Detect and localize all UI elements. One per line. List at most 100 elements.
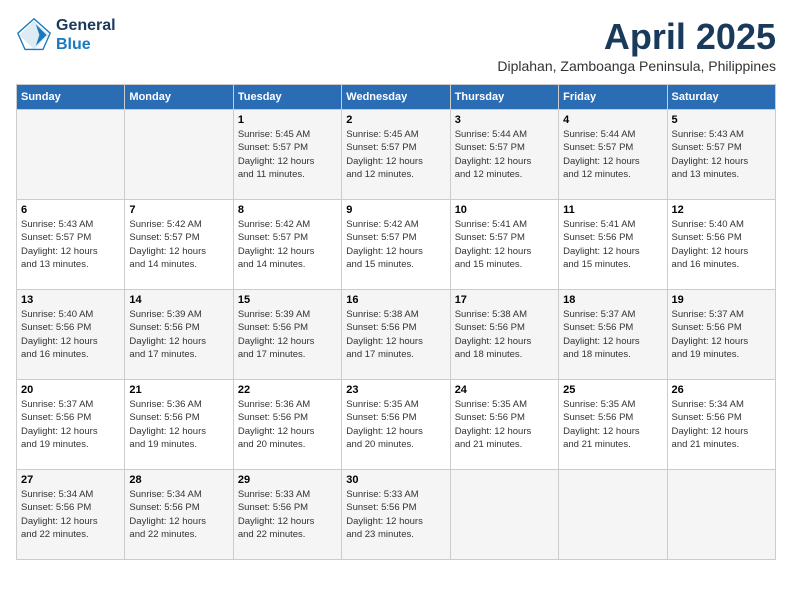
day-info: Sunrise: 5:34 AM Sunset: 5:56 PM Dayligh… bbox=[129, 488, 228, 541]
day-number: 4 bbox=[563, 114, 662, 126]
day-number: 29 bbox=[238, 474, 337, 486]
calendar-day-9: 9Sunrise: 5:42 AM Sunset: 5:57 PM Daylig… bbox=[342, 200, 450, 290]
calendar-day-16: 16Sunrise: 5:38 AM Sunset: 5:56 PM Dayli… bbox=[342, 290, 450, 380]
logo: General Blue bbox=[16, 16, 116, 54]
day-info: Sunrise: 5:34 AM Sunset: 5:56 PM Dayligh… bbox=[672, 398, 771, 451]
day-number: 13 bbox=[21, 294, 120, 306]
calendar-day-18: 18 Sunrise: 5:37 AM Sunset: 5:56 PM Dayli… bbox=[559, 290, 667, 380]
empty-day-cell bbox=[559, 470, 667, 560]
day-number: 12 bbox=[672, 204, 771, 216]
day-info: Sunrise: 5:37 AM Sunset: 5:56 PM Dayligh… bbox=[563, 308, 662, 361]
day-info: Sunrise: 5:38 AM Sunset: 5:56 PM Dayligh… bbox=[346, 308, 445, 361]
empty-day-cell bbox=[17, 110, 125, 200]
day-number: 27 bbox=[21, 474, 120, 486]
calendar-day-4: 4 Sunrise: 5:44 AM Sunset: 5:57 PM Daylig… bbox=[559, 110, 667, 200]
day-number: 24 bbox=[455, 384, 554, 396]
logo-icon bbox=[16, 17, 52, 53]
calendar-day-20: 20 Sunrise: 5:37 AM Sunset: 5:56 PM Dayli… bbox=[17, 380, 125, 470]
location-subtitle: Diplahan, Zamboanga Peninsula, Philippin… bbox=[497, 58, 776, 74]
day-info: Sunrise: 5:36 AM Sunset: 5:56 PM Dayligh… bbox=[238, 398, 337, 451]
day-info: Sunrise: 5:45 AM Sunset: 5:57 PM Dayligh… bbox=[238, 128, 337, 181]
calendar-week-row: 20 Sunrise: 5:37 AM Sunset: 5:56 PM Dayli… bbox=[17, 380, 776, 470]
page-header: General Blue April 2025 Diplahan, Zamboa… bbox=[16, 16, 776, 74]
calendar-day-30: 30 Sunrise: 5:33 AM Sunset: 5:56 PM Dayli… bbox=[342, 470, 450, 560]
day-info: Sunrise: 5:43 AM Sunset: 5:57 PM Dayligh… bbox=[672, 128, 771, 181]
calendar-day-27: 27 Sunrise: 5:34 AM Sunset: 5:56 PM Dayli… bbox=[17, 470, 125, 560]
day-info: Sunrise: 5:34 AM Sunset: 5:56 PM Dayligh… bbox=[21, 488, 120, 541]
day-info: Sunrise: 5:41 AM Sunset: 5:56 PM Dayligh… bbox=[563, 218, 662, 271]
day-info: Sunrise: 5:36 AM Sunset: 5:56 PM Dayligh… bbox=[129, 398, 228, 451]
day-number: 25 bbox=[563, 384, 662, 396]
calendar-day-21: 21 Sunrise: 5:36 AM Sunset: 5:56 PM Dayli… bbox=[125, 380, 233, 470]
calendar-week-row: 6 Sunrise: 5:43 AM Sunset: 5:57 PM Daylig… bbox=[17, 200, 776, 290]
month-title: April 2025 bbox=[497, 16, 776, 58]
logo-text: General Blue bbox=[56, 16, 116, 54]
day-number: 19 bbox=[672, 294, 771, 306]
calendar-day-1: 1 Sunrise: 5:45 AM Sunset: 5:57 PM Daylig… bbox=[233, 110, 341, 200]
day-number: 21 bbox=[129, 384, 228, 396]
day-info: Sunrise: 5:45 AM Sunset: 5:57 PM Dayligh… bbox=[346, 128, 445, 181]
day-info: Sunrise: 5:35 AM Sunset: 5:56 PM Dayligh… bbox=[563, 398, 662, 451]
empty-day-cell bbox=[125, 110, 233, 200]
day-number: 20 bbox=[21, 384, 120, 396]
calendar-day-15: 15 Sunrise: 5:39 AM Sunset: 5:56 PM Dayli… bbox=[233, 290, 341, 380]
empty-day-cell bbox=[667, 470, 775, 560]
calendar-day-24: 24Sunrise: 5:35 AM Sunset: 5:56 PM Dayli… bbox=[450, 380, 558, 470]
day-number: 5 bbox=[672, 114, 771, 126]
day-number: 3 bbox=[455, 114, 554, 126]
weekday-header-monday: Monday bbox=[125, 85, 233, 110]
calendar-day-29: 29 Sunrise: 5:33 AM Sunset: 5:56 PM Dayli… bbox=[233, 470, 341, 560]
day-info: Sunrise: 5:42 AM Sunset: 5:57 PM Dayligh… bbox=[238, 218, 337, 271]
calendar-day-28: 28 Sunrise: 5:34 AM Sunset: 5:56 PM Dayli… bbox=[125, 470, 233, 560]
day-info: Sunrise: 5:33 AM Sunset: 5:56 PM Dayligh… bbox=[238, 488, 337, 541]
calendar-week-row: 13Sunrise: 5:40 AM Sunset: 5:56 PM Dayli… bbox=[17, 290, 776, 380]
calendar-day-11: 11Sunrise: 5:41 AM Sunset: 5:56 PM Dayli… bbox=[559, 200, 667, 290]
day-info: Sunrise: 5:44 AM Sunset: 5:57 PM Dayligh… bbox=[455, 128, 554, 181]
day-info: Sunrise: 5:41 AM Sunset: 5:57 PM Dayligh… bbox=[455, 218, 554, 271]
weekday-header-friday: Friday bbox=[559, 85, 667, 110]
day-number: 10 bbox=[455, 204, 554, 216]
day-info: Sunrise: 5:39 AM Sunset: 5:56 PM Dayligh… bbox=[129, 308, 228, 361]
weekday-header-tuesday: Tuesday bbox=[233, 85, 341, 110]
day-number: 28 bbox=[129, 474, 228, 486]
day-info: Sunrise: 5:37 AM Sunset: 5:56 PM Dayligh… bbox=[21, 398, 120, 451]
day-number: 22 bbox=[238, 384, 337, 396]
day-number: 1 bbox=[238, 114, 337, 126]
calendar-day-8: 8 Sunrise: 5:42 AM Sunset: 5:57 PM Daylig… bbox=[233, 200, 341, 290]
weekday-header-saturday: Saturday bbox=[667, 85, 775, 110]
calendar-week-row: 1 Sunrise: 5:45 AM Sunset: 5:57 PM Daylig… bbox=[17, 110, 776, 200]
calendar-day-14: 14 Sunrise: 5:39 AM Sunset: 5:56 PM Dayli… bbox=[125, 290, 233, 380]
day-number: 23 bbox=[346, 384, 445, 396]
empty-day-cell bbox=[450, 470, 558, 560]
day-info: Sunrise: 5:35 AM Sunset: 5:56 PM Dayligh… bbox=[346, 398, 445, 451]
calendar-day-2: 2Sunrise: 5:45 AM Sunset: 5:57 PM Daylig… bbox=[342, 110, 450, 200]
weekday-header-sunday: Sunday bbox=[17, 85, 125, 110]
calendar-week-row: 27 Sunrise: 5:34 AM Sunset: 5:56 PM Dayli… bbox=[17, 470, 776, 560]
calendar-table: SundayMondayTuesdayWednesdayThursdayFrid… bbox=[16, 84, 776, 560]
day-info: Sunrise: 5:42 AM Sunset: 5:57 PM Dayligh… bbox=[129, 218, 228, 271]
day-number: 8 bbox=[238, 204, 337, 216]
day-info: Sunrise: 5:39 AM Sunset: 5:56 PM Dayligh… bbox=[238, 308, 337, 361]
day-info: Sunrise: 5:37 AM Sunset: 5:56 PM Dayligh… bbox=[672, 308, 771, 361]
day-info: Sunrise: 5:33 AM Sunset: 5:56 PM Dayligh… bbox=[346, 488, 445, 541]
calendar-day-26: 26Sunrise: 5:34 AM Sunset: 5:56 PM Dayli… bbox=[667, 380, 775, 470]
calendar-day-10: 10 Sunrise: 5:41 AM Sunset: 5:57 PM Dayli… bbox=[450, 200, 558, 290]
day-number: 14 bbox=[129, 294, 228, 306]
day-number: 30 bbox=[346, 474, 445, 486]
calendar-day-25: 25 Sunrise: 5:35 AM Sunset: 5:56 PM Dayli… bbox=[559, 380, 667, 470]
calendar-day-13: 13Sunrise: 5:40 AM Sunset: 5:56 PM Dayli… bbox=[17, 290, 125, 380]
title-area: April 2025 Diplahan, Zamboanga Peninsula… bbox=[497, 16, 776, 74]
day-number: 7 bbox=[129, 204, 228, 216]
day-number: 6 bbox=[21, 204, 120, 216]
day-number: 18 bbox=[563, 294, 662, 306]
calendar-day-5: 5 Sunrise: 5:43 AM Sunset: 5:57 PM Daylig… bbox=[667, 110, 775, 200]
calendar-day-3: 3 Sunrise: 5:44 AM Sunset: 5:57 PM Daylig… bbox=[450, 110, 558, 200]
day-info: Sunrise: 5:40 AM Sunset: 5:56 PM Dayligh… bbox=[672, 218, 771, 271]
weekday-header-thursday: Thursday bbox=[450, 85, 558, 110]
calendar-day-19: 19 Sunrise: 5:37 AM Sunset: 5:56 PM Dayli… bbox=[667, 290, 775, 380]
day-number: 15 bbox=[238, 294, 337, 306]
day-number: 9 bbox=[346, 204, 445, 216]
day-number: 17 bbox=[455, 294, 554, 306]
day-info: Sunrise: 5:43 AM Sunset: 5:57 PM Dayligh… bbox=[21, 218, 120, 271]
day-info: Sunrise: 5:44 AM Sunset: 5:57 PM Dayligh… bbox=[563, 128, 662, 181]
